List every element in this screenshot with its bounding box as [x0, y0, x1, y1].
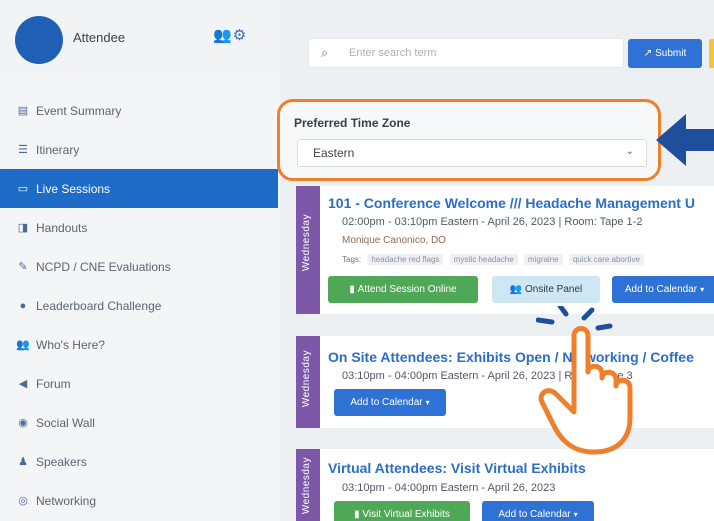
search-input[interactable] — [349, 39, 619, 67]
chevron-down-icon: ⌄ — [625, 146, 634, 157]
sidebar-item-event-summary[interactable]: ▤ Event Summary — [0, 91, 280, 130]
day-tab: Wednesday — [296, 449, 320, 521]
sidebar-item-label: Handouts — [36, 220, 88, 235]
video-icon: ▮ — [349, 284, 358, 295]
session-time: 03:10pm - 04:00pm Eastern - April 26, 20… — [342, 482, 556, 494]
chevron-down-icon: ▾ — [700, 285, 705, 294]
group-icon: ● — [19, 299, 27, 312]
users-icon: 👥 — [509, 284, 525, 295]
session-speaker[interactable]: Monique Canonico, DO — [342, 235, 446, 246]
arrow-left-icon — [656, 114, 714, 166]
sidebar-item-label: Social Wall — [36, 415, 95, 430]
sidebar-item-social-wall[interactable]: ◉ Social Wall — [0, 403, 280, 442]
search-icon: ⌕ — [321, 45, 329, 60]
video-icon: ▮ — [354, 509, 363, 520]
sidebar-item-forum[interactable]: ◀ Forum — [0, 364, 280, 403]
user-header: Attendee 👥⚙ — [0, 0, 280, 78]
file-icon: ◨ — [17, 222, 29, 234]
camera-icon: ◉ — [18, 417, 28, 429]
attend-session-online-button[interactable]: ▮ Attend Session Online — [328, 276, 478, 303]
add-to-calendar-button[interactable]: Add to Calendar ▾ — [612, 276, 714, 303]
submit-button[interactable]: ↗ Submit — [628, 39, 702, 68]
users-icon[interactable]: 👥 — [213, 27, 233, 44]
megaphone-icon: ◀ — [18, 378, 28, 390]
sidebar-item-label: NCPD / CNE Evaluations — [36, 259, 171, 274]
tag[interactable]: migraine — [523, 254, 563, 265]
sidebar-item-label: Forum — [36, 376, 71, 391]
user-name: Attendee — [73, 30, 126, 45]
session-title[interactable]: Virtual Attendees: Visit Virtual Exhibit… — [328, 460, 586, 476]
session-tags: Tags: headache red flags mystic headache… — [342, 254, 644, 265]
session-title[interactable]: 101 - Conference Welcome /// Headache Ma… — [328, 195, 695, 211]
submit-icon: ↗ — [643, 48, 653, 59]
add-to-calendar-button[interactable]: Add to Calendar ▾ — [482, 501, 594, 521]
sidebar-item-label: Speakers — [36, 454, 87, 469]
session-card: Wednesday Virtual Attendees: Visit Virtu… — [296, 449, 714, 521]
onsite-panel-button[interactable]: 👥 Onsite Panel — [492, 276, 600, 303]
tag[interactable]: headache red flags — [367, 254, 444, 265]
users-icon: 👥 — [16, 339, 30, 351]
timezone-highlight: Preferred Time Zone Eastern ⌄ — [277, 99, 661, 181]
sidebar-item-leaderboard[interactable]: ● Leaderboard Challenge — [0, 286, 280, 325]
day-tab: Wednesday — [296, 336, 320, 428]
sidebar-item-itinerary[interactable]: ☰ Itinerary — [0, 130, 280, 169]
visit-virtual-exhibits-button[interactable]: ▮ Visit Virtual Exhibits — [334, 501, 470, 521]
sidebar-item-label: Itinerary — [36, 142, 80, 157]
day-label: Wednesday — [301, 350, 312, 408]
tap-hand-icon — [536, 306, 633, 455]
sidebar-item-label: Live Sessions — [36, 181, 111, 196]
yellow-button-edge[interactable] — [709, 39, 714, 68]
session-time: 02:00pm - 03:10pm Eastern - April 26, 20… — [342, 216, 643, 228]
timezone-select[interactable]: Eastern ⌄ — [297, 139, 647, 167]
sidebar-item-live-sessions[interactable]: ▭ Live Sessions — [0, 169, 278, 208]
laptop-icon: ▭ — [17, 183, 29, 195]
session-card: Wednesday 101 - Conference Welcome /// H… — [296, 186, 714, 314]
sidebar-item-whos-here[interactable]: 👥 Who's Here? — [0, 325, 280, 364]
day-label: Wednesday — [301, 457, 312, 515]
timezone-label: Preferred Time Zone — [294, 116, 411, 130]
sidebar-item-handouts[interactable]: ◨ Handouts — [0, 208, 280, 247]
edit-icon: ✎ — [18, 261, 28, 273]
sidebar-item-label: Event Summary — [36, 103, 122, 118]
tag[interactable]: mystic headache — [449, 254, 518, 265]
sidebar-item-label: Leaderboard Challenge — [36, 298, 162, 313]
sidebar: Attendee 👥⚙ ▤ Event Summary ☰ Itinerary … — [0, 0, 280, 521]
tag[interactable]: quick care abortive — [568, 254, 644, 265]
sidebar-nav: ▤ Event Summary ☰ Itinerary ▭ Live Sessi… — [0, 91, 280, 520]
list-icon: ☰ — [18, 144, 28, 156]
search-bar: ⌕ — [308, 38, 624, 68]
sidebar-item-speakers[interactable]: ♟ Speakers — [0, 442, 280, 481]
day-tab: Wednesday — [296, 186, 320, 314]
add-to-calendar-button[interactable]: Add to Calendar ▾ — [334, 389, 446, 416]
sidebar-item-label: Who's Here? — [36, 337, 105, 352]
sidebar-item-evaluations[interactable]: ✎ NCPD / CNE Evaluations — [0, 247, 280, 286]
day-label: Wednesday — [301, 214, 312, 272]
chevron-down-icon: ▾ — [425, 398, 430, 407]
person-icon: ♟ — [18, 456, 28, 468]
gear-icon[interactable]: ⚙ — [233, 27, 247, 44]
sidebar-item-networking[interactable]: ◎ Networking — [0, 481, 280, 520]
chevron-down-icon: ▾ — [573, 510, 578, 519]
sidebar-item-label: Networking — [36, 493, 97, 508]
avatar[interactable] — [15, 16, 63, 64]
globe-icon: ◎ — [18, 495, 28, 507]
summary-icon: ▤ — [17, 105, 29, 117]
